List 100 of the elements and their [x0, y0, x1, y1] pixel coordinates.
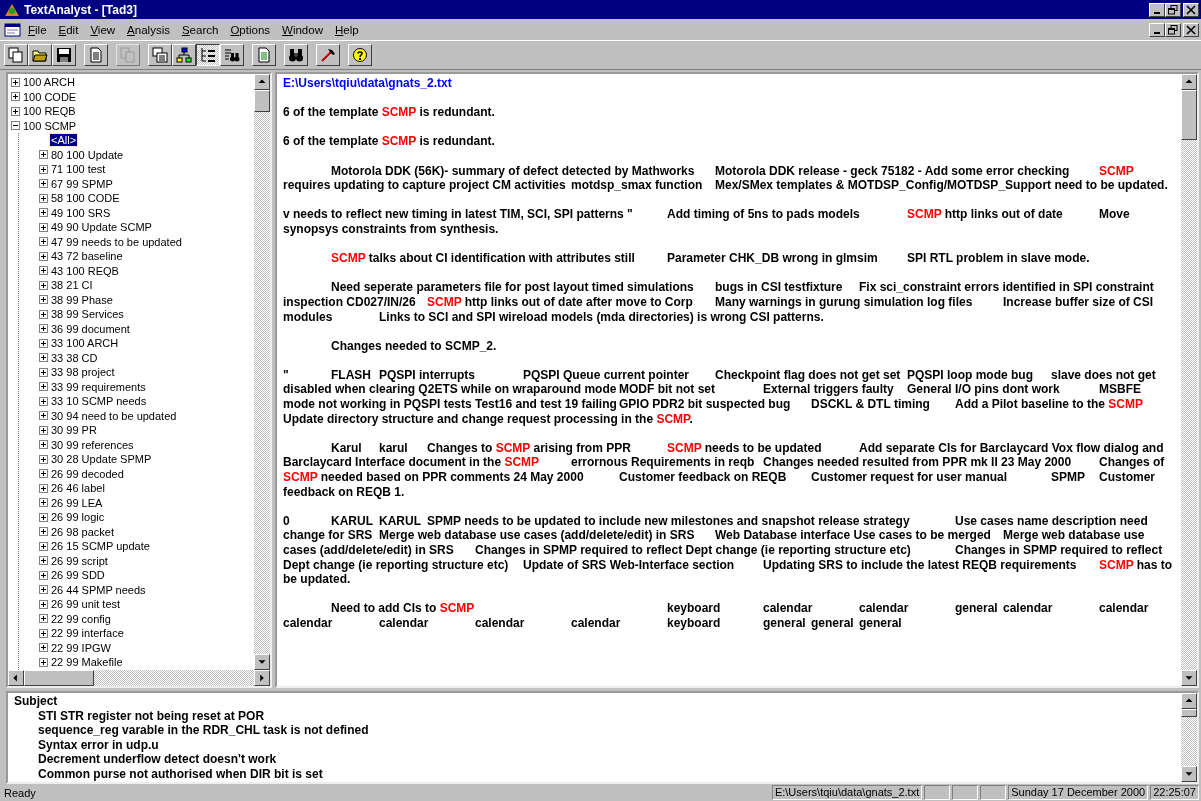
expand-toggle[interactable] — [39, 353, 48, 363]
expand-toggle[interactable] — [39, 585, 48, 595]
tree-item[interactable]: 33 100 ARCH — [50, 337, 120, 350]
tree-item[interactable]: 67 99 SPMP — [50, 177, 114, 190]
tree-item[interactable]: 58 100 CODE — [50, 192, 121, 205]
expand-toggle[interactable] — [39, 570, 48, 580]
expand-toggle[interactable] — [39, 338, 48, 348]
tree-item[interactable]: 71 100 test — [50, 163, 107, 176]
expand-toggle[interactable] — [39, 295, 48, 305]
expand-toggle[interactable] — [39, 367, 48, 377]
subject-item[interactable]: STI STR register not being reset at POR — [14, 708, 1175, 724]
scroll-down-button[interactable] — [1181, 670, 1197, 686]
expand-toggle[interactable] — [39, 614, 48, 624]
tree-item[interactable]: 38 21 CI — [50, 279, 94, 292]
expand-toggle[interactable] — [39, 222, 48, 232]
expand-toggle[interactable] — [39, 251, 48, 261]
expand-toggle[interactable] — [39, 527, 48, 537]
expand-toggle[interactable] — [39, 483, 48, 493]
menu-item[interactable]: File — [22, 23, 53, 36]
expand-toggle[interactable] — [39, 396, 48, 406]
vertical-scrollbar[interactable] — [254, 74, 270, 670]
tree-item[interactable]: 22 99 IPGW — [50, 641, 112, 654]
expand-toggle[interactable] — [11, 92, 20, 102]
scroll-thumb[interactable] — [24, 670, 94, 686]
menu-item[interactable]: Help — [328, 23, 365, 36]
tree-item[interactable]: 30 94 need to be updated — [50, 409, 178, 422]
tree-item[interactable]: 33 99 requirements — [50, 380, 147, 393]
expand-toggle[interactable] — [39, 628, 48, 638]
menu-item[interactable]: Window — [276, 23, 329, 36]
tree-item[interactable]: 26 98 packet — [50, 525, 115, 538]
subject-item[interactable]: Decrement underflow detect doesn't work — [14, 752, 1175, 767]
vertical-scrollbar[interactable] — [1181, 693, 1197, 782]
tree-item[interactable]: 22 99 interface — [50, 627, 125, 640]
menu-item[interactable]: Search — [175, 23, 225, 36]
menu-item[interactable]: View — [84, 23, 122, 36]
tree-item[interactable]: 30 28 Update SPMP — [50, 453, 153, 466]
expand-toggle[interactable] — [39, 324, 48, 334]
tree-item[interactable]: 26 44 SPMP needs — [50, 583, 147, 596]
tree-item[interactable]: 43 100 REQB — [50, 264, 120, 277]
expand-toggle[interactable] — [39, 280, 48, 290]
tree-item[interactable]: 26 99 unit test — [50, 598, 122, 611]
tree-item[interactable]: 26 99 SDD — [50, 569, 106, 582]
minimize-button[interactable] — [1149, 2, 1165, 17]
scroll-thumb[interactable] — [1181, 709, 1197, 717]
tree-item[interactable]: 26 15 SCMP update — [50, 540, 151, 553]
scroll-up-button[interactable] — [1181, 693, 1197, 709]
tree-item[interactable]: 33 38 CD — [50, 351, 99, 364]
scroll-right-button[interactable] — [254, 670, 270, 686]
tree-item[interactable]: 49 100 SRS — [50, 206, 112, 219]
expand-toggle[interactable] — [39, 469, 48, 479]
subject-item[interactable]: sequence_reg varable in the RDR_CHL task is not defined — [14, 723, 1175, 738]
scroll-down-button[interactable] — [1181, 766, 1197, 782]
restore-button[interactable] — [1165, 22, 1181, 37]
expand-toggle[interactable] — [39, 266, 48, 276]
expand-toggle[interactable] — [39, 599, 48, 609]
tree-item[interactable]: 100 REQB — [22, 105, 77, 118]
expand-toggle[interactable] — [39, 454, 48, 464]
tree-item[interactable]: 26 99 script — [50, 554, 109, 567]
expand-toggle[interactable] — [39, 643, 48, 653]
expand-toggle[interactable] — [39, 164, 48, 174]
tree-item[interactable]: 47 99 needs to be updated — [50, 235, 183, 248]
expand-toggle[interactable] — [39, 541, 48, 551]
scroll-thumb[interactable] — [254, 90, 270, 112]
expand-toggle[interactable] — [39, 411, 48, 421]
tree-item[interactable]: 100 CODE — [22, 90, 78, 103]
expand-toggle[interactable] — [39, 179, 48, 189]
subject-item[interactable]: Common purse not authorised when DIR bit is set — [14, 766, 1175, 782]
document-window-icon[interactable] — [4, 21, 22, 38]
tree-item[interactable]: 33 98 project — [50, 366, 116, 379]
expand-toggle[interactable] — [39, 309, 48, 319]
tree-item[interactable]: 38 99 Phase — [50, 293, 114, 306]
close-button[interactable] — [1183, 2, 1199, 17]
restore-button[interactable] — [1165, 2, 1181, 17]
tree-item[interactable]: 38 99 Services — [50, 308, 125, 321]
tree-item[interactable]: 49 90 Update SCMP — [50, 221, 153, 234]
scroll-up-button[interactable] — [254, 74, 270, 90]
menu-item[interactable]: Analysis — [121, 23, 176, 36]
horizontal-scrollbar[interactable] — [8, 670, 270, 686]
expand-toggle[interactable] — [11, 77, 20, 87]
tree-item[interactable]: 26 99 logic — [50, 511, 106, 524]
expand-toggle[interactable] — [39, 237, 48, 247]
scroll-up-button[interactable] — [1181, 74, 1197, 90]
tree-item[interactable]: 22 99 Makefile — [50, 656, 124, 669]
expand-toggle[interactable] — [39, 150, 48, 160]
minimize-button[interactable] — [1149, 22, 1165, 37]
expand-toggle[interactable] — [39, 425, 48, 435]
tree-item[interactable]: 33 10 SCMP needs — [50, 395, 148, 408]
collapse-toggle[interactable] — [11, 121, 20, 131]
tree-item[interactable]: 43 72 baseline — [50, 250, 124, 263]
close-button[interactable] — [1183, 22, 1199, 37]
menu-item[interactable]: Options — [224, 23, 277, 36]
tree-item[interactable]: 30 99 references — [50, 438, 135, 451]
vertical-scrollbar[interactable] — [1181, 74, 1197, 686]
expand-toggle[interactable] — [39, 440, 48, 450]
tree-item[interactable]: 26 99 decoded — [50, 467, 125, 480]
tree-item[interactable]: 22 99 config — [50, 612, 112, 625]
expand-toggle[interactable] — [39, 208, 48, 218]
tree-item[interactable]: 100 SCMP — [22, 119, 78, 132]
tree-item[interactable]: <All> — [50, 134, 78, 147]
expand-toggle[interactable] — [39, 657, 48, 667]
